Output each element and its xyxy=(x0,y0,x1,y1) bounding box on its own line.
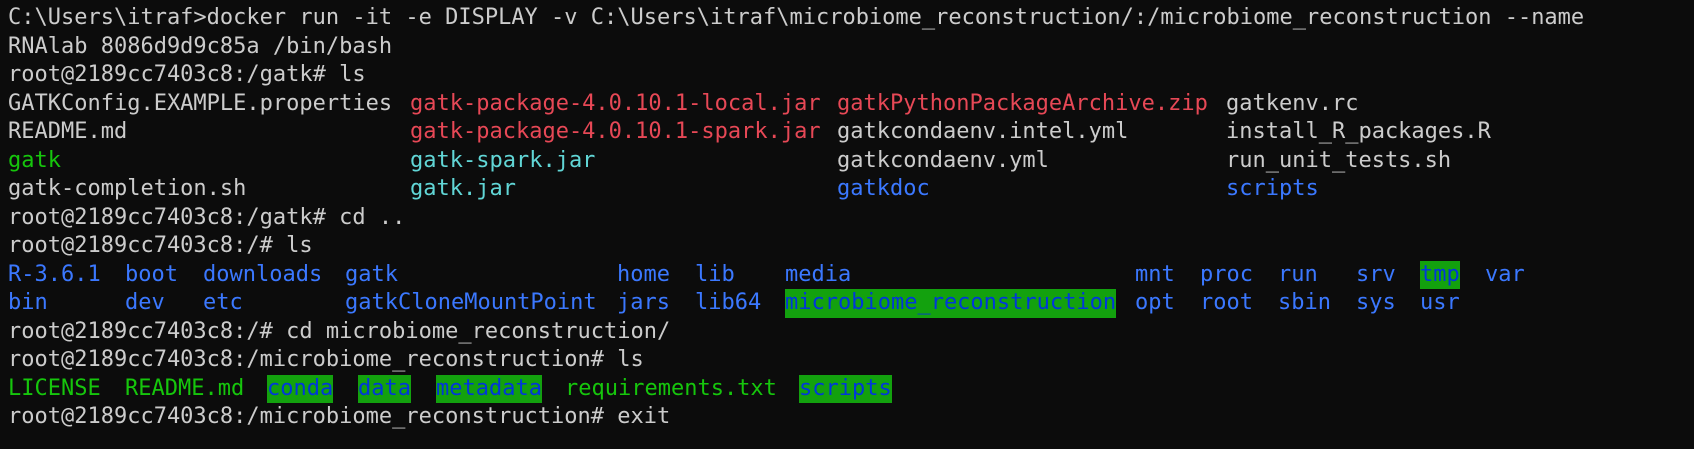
ls-gatk-row: GATKConfig.EXAMPLE.properties gatk-packa… xyxy=(8,90,1694,119)
executable-entry: README.md xyxy=(125,375,245,401)
file-entry: install_R_packages.R xyxy=(1226,119,1491,144)
directory-entry: R-3.6.1 xyxy=(8,261,101,287)
sticky-directory-entry: scripts xyxy=(799,374,892,403)
symlink-entry: gatk.jar xyxy=(410,176,516,201)
directory-entry: sys xyxy=(1356,290,1396,315)
symlink-entry: gatk-spark.jar xyxy=(410,147,596,173)
archive-entry: gatk-package-4.0.10.1-local.jar xyxy=(410,90,821,116)
directory-entry: scripts xyxy=(1226,176,1319,201)
file-entry: gatk-completion.sh xyxy=(8,176,247,201)
directory-entry: downloads xyxy=(203,261,323,287)
file-entry: gatkenv.rc xyxy=(1226,90,1359,116)
directory-entry: etc xyxy=(203,290,243,315)
prompt-cd-microbiome: root@2189cc7403c8:/# cd microbiome_recon… xyxy=(8,318,671,344)
terminal-window[interactable]: C:\Users\itraf>docker run -it -e DISPLAY… xyxy=(0,0,1694,449)
directory-entry: srv xyxy=(1356,261,1396,287)
directory-entry: usr xyxy=(1420,290,1460,315)
sticky-directory-entry: conda xyxy=(267,374,334,403)
directory-entry: gatkdoc xyxy=(837,176,930,201)
command-line-docker-run: C:\Users\itraf>docker run -it -e DISPLAY… xyxy=(8,5,1585,30)
directory-entry: lib64 xyxy=(695,290,762,315)
file-entry: run_unit_tests.sh xyxy=(1226,147,1452,173)
ls-microbiome-row: LICENSE README.md conda data metadata re… xyxy=(8,374,1694,403)
prompt-cd-up: root@2189cc7403c8:/gatk# cd .. xyxy=(8,204,406,230)
archive-entry: gatk-package-4.0.10.1-spark.jar xyxy=(410,119,821,144)
directory-entry: gatkCloneMountPoint xyxy=(345,290,597,315)
file-entry: README.md xyxy=(8,119,128,144)
directory-entry: proc xyxy=(1200,261,1253,287)
directory-entry: var xyxy=(1485,261,1525,287)
file-entry: gatkcondaenv.yml xyxy=(837,147,1049,173)
sticky-directory-entry: data xyxy=(358,374,411,403)
executable-entry: LICENSE xyxy=(8,375,101,401)
directory-entry: opt xyxy=(1135,290,1175,315)
directory-entry: bin xyxy=(8,290,48,315)
directory-entry: lib xyxy=(695,261,735,287)
executable-entry: gatk xyxy=(8,147,61,173)
sticky-directory-entry: metadata xyxy=(436,374,542,403)
sticky-directory-entry: tmp xyxy=(1420,260,1460,289)
command-line-docker-run-continued: RNAlab 8086d9d9c85a /bin/bash xyxy=(8,33,393,59)
executable-entry: requirements.txt xyxy=(565,375,777,401)
prompt-gatk-ls: root@2189cc7403c8:/gatk# ls xyxy=(8,62,366,87)
directory-entry: sbin xyxy=(1278,290,1331,315)
directory-entry: media xyxy=(785,261,852,287)
sticky-directory-entry: microbiome_reconstruction xyxy=(785,289,1117,318)
directory-entry: mnt xyxy=(1135,261,1175,287)
prompt-microbiome-ls: root@2189cc7403c8:/microbiome_reconstruc… xyxy=(8,347,644,372)
directory-entry: home xyxy=(617,261,670,287)
file-entry: gatkcondaenv.intel.yml xyxy=(837,119,1129,144)
directory-entry: jars xyxy=(617,290,670,315)
directory-entry: dev xyxy=(125,290,165,315)
ls-gatk-row: README.md gatk-package-4.0.10.1-spark.ja… xyxy=(8,118,1694,147)
ls-root-row: bin dev etc gatkCloneMountPoint jars lib… xyxy=(8,289,1694,318)
directory-entry: gatk xyxy=(345,261,398,287)
archive-entry: gatkPythonPackageArchive.zip xyxy=(837,90,1208,116)
directory-entry: run xyxy=(1278,261,1318,287)
ls-root-row: R-3.6.1 boot downloads gatk home lib med… xyxy=(8,260,1694,289)
directory-entry: boot xyxy=(125,261,178,287)
file-entry: GATKConfig.EXAMPLE.properties xyxy=(8,90,393,116)
ls-gatk-row: gatk gatk-spark.jar gatkcondaenv.yml run… xyxy=(8,147,1694,176)
directory-entry: root xyxy=(1200,290,1253,315)
prompt-exit[interactable]: root@2189cc7403c8:/microbiome_reconstruc… xyxy=(8,403,1694,432)
prompt-root-ls: root@2189cc7403c8:/# ls xyxy=(8,233,313,258)
ls-gatk-row: gatk-completion.sh gatk.jar gatkdoc scri… xyxy=(8,175,1694,204)
